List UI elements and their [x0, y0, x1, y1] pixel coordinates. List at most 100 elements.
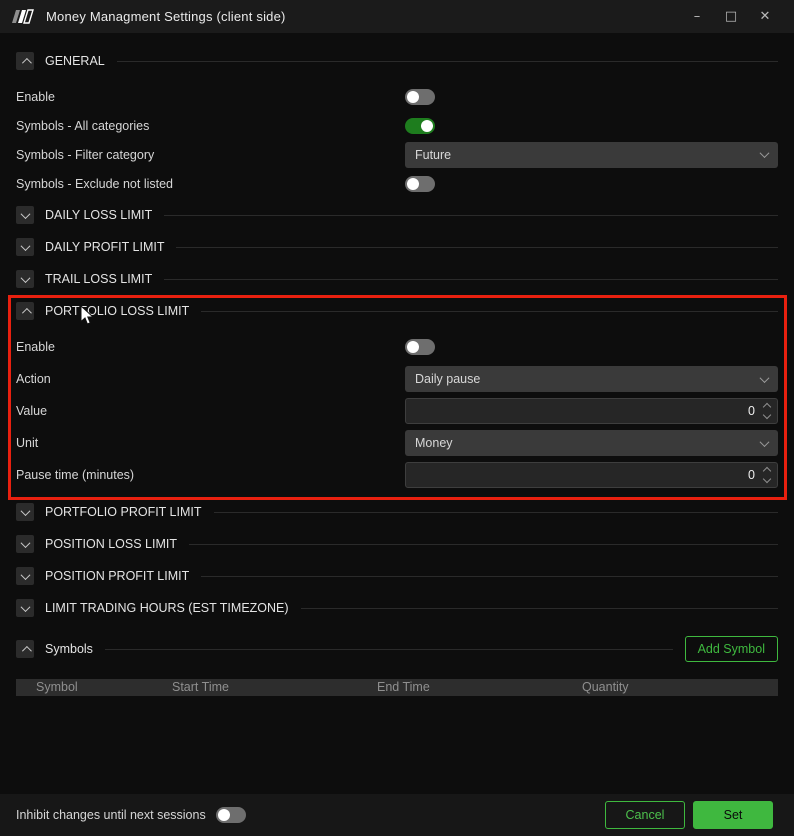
inhibit-changes-label: Inhibit changes until next sessions: [16, 808, 206, 822]
row-all-categories: Symbols - All categories: [16, 111, 778, 140]
app-logo-icon: [12, 9, 36, 25]
section-header-portfolio-profit-limit: PORTFOLIO PROFIT LIMIT: [16, 503, 778, 521]
section-header-general: GENERAL: [16, 52, 778, 70]
collapse-toggle-daily-profit[interactable]: [16, 238, 34, 256]
collapse-toggle-trading-hours[interactable]: [16, 599, 34, 617]
set-button[interactable]: Set: [693, 801, 773, 829]
collapse-toggle-portfolio-profit[interactable]: [16, 503, 34, 521]
chevron-down-icon: [760, 437, 770, 447]
pause-time-label: Pause time (minutes): [16, 468, 134, 482]
close-button[interactable]: ✕: [748, 4, 782, 30]
section-header-portfolio-loss-limit: PORTFOLIO LOSS LIMIT: [16, 302, 778, 320]
window-title: Money Managment Settings (client side): [46, 9, 286, 24]
chevron-down-icon: [20, 602, 30, 612]
column-header-start-time: Start Time: [172, 680, 229, 694]
section-divider: [201, 311, 778, 312]
row-exclude-not-listed: Symbols - Exclude not listed: [16, 169, 778, 198]
section-header-position-profit-limit: POSITION PROFIT LIMIT: [16, 567, 778, 585]
action-select[interactable]: Daily pause: [405, 366, 778, 392]
unit-select[interactable]: Money: [405, 430, 778, 456]
row-value: Value 0: [16, 395, 778, 427]
collapse-toggle-position-loss[interactable]: [16, 535, 34, 553]
all-categories-toggle[interactable]: [405, 118, 435, 134]
section-header-daily-loss-limit: DAILY LOSS LIMIT: [16, 206, 778, 224]
add-symbol-button[interactable]: Add Symbol: [685, 636, 778, 662]
value-label: Value: [16, 404, 47, 418]
spinner-icon[interactable]: [764, 404, 770, 418]
section-divider: [301, 608, 778, 609]
chevron-up-icon: [21, 57, 31, 67]
enable-label: Enable: [16, 340, 55, 354]
footer-buttons: Cancel Set: [605, 801, 778, 829]
pause-time-input[interactable]: 0: [405, 462, 778, 488]
section-title: POSITION PROFIT LIMIT: [45, 569, 189, 583]
collapse-toggle-daily-loss[interactable]: [16, 206, 34, 224]
row-action: Action Daily pause: [16, 363, 778, 395]
portfolio-loss-rows: Enable Action Daily pause Value 0 Unit: [16, 331, 778, 491]
general-rows: Enable Symbols - All categories Symbols …: [16, 82, 778, 198]
portfolio-enable-toggle[interactable]: [405, 339, 435, 355]
section-title: LIMIT TRADING HOURS (EST TIMEZONE): [45, 601, 289, 615]
chevron-down-icon: [760, 373, 770, 383]
section-title: DAILY PROFIT LIMIT: [45, 240, 164, 254]
collapse-toggle-general[interactable]: [16, 52, 34, 70]
unit-label: Unit: [16, 436, 38, 450]
maximize-button[interactable]: □: [714, 4, 748, 30]
action-label: Action: [16, 372, 51, 386]
section-title: Symbols: [45, 642, 93, 656]
chevron-down-icon: [20, 241, 30, 251]
section-header-trail-loss-limit: TRAIL LOSS LIMIT: [16, 270, 778, 288]
row-pause-time: Pause time (minutes) 0: [16, 459, 778, 491]
section-title: GENERAL: [45, 54, 105, 68]
section-header-position-loss-limit: POSITION LOSS LIMIT: [16, 535, 778, 553]
symbols-table-header: Symbol Start Time End Time Quantity: [16, 679, 778, 696]
exclude-not-listed-toggle[interactable]: [405, 176, 435, 192]
minimize-button[interactable]: –: [680, 4, 714, 30]
collapse-toggle-portfolio-loss[interactable]: [16, 302, 34, 320]
row-portfolio-enable: Enable: [16, 331, 778, 363]
section-title: TRAIL LOSS LIMIT: [45, 272, 152, 286]
section-divider: [189, 544, 778, 545]
dropdown-value: Daily pause: [415, 372, 480, 386]
dropdown-value: Money: [415, 436, 453, 450]
number-value: 0: [748, 468, 755, 482]
title-bar: Money Managment Settings (client side) –…: [0, 0, 794, 33]
filter-category-label: Symbols - Filter category: [16, 148, 154, 162]
enable-toggle[interactable]: [405, 89, 435, 105]
section-header-symbols: Symbols Add Symbol: [16, 636, 778, 662]
cancel-button[interactable]: Cancel: [605, 801, 685, 829]
section-divider: [214, 512, 778, 513]
section-title: PORTFOLIO LOSS LIMIT: [45, 304, 189, 318]
exclude-not-listed-label: Symbols - Exclude not listed: [16, 177, 173, 191]
section-title: POSITION LOSS LIMIT: [45, 537, 177, 551]
collapse-toggle-symbols[interactable]: [16, 640, 34, 658]
section-title: DAILY LOSS LIMIT: [45, 208, 152, 222]
chevron-down-icon: [20, 538, 30, 548]
section-header-daily-profit-limit: DAILY PROFIT LIMIT: [16, 238, 778, 256]
row-filter-category: Symbols - Filter category Future: [16, 140, 778, 169]
column-header-end-time: End Time: [377, 680, 430, 694]
window-controls: – □ ✕: [680, 4, 782, 30]
spinner-icon[interactable]: [764, 468, 770, 482]
section-divider: [164, 215, 778, 216]
value-input[interactable]: 0: [405, 398, 778, 424]
collapse-toggle-trail-loss[interactable]: [16, 270, 34, 288]
row-unit: Unit Money: [16, 427, 778, 459]
row-enable: Enable: [16, 82, 778, 111]
section-divider: [117, 61, 778, 62]
collapse-toggle-position-profit[interactable]: [16, 567, 34, 585]
column-header-quantity: Quantity: [582, 680, 629, 694]
dropdown-value: Future: [415, 148, 451, 162]
chevron-up-icon: [21, 307, 31, 317]
all-categories-label: Symbols - All categories: [16, 119, 149, 133]
chevron-down-icon: [20, 273, 30, 283]
chevron-down-icon: [760, 148, 770, 158]
number-value: 0: [748, 404, 755, 418]
inhibit-changes-toggle[interactable]: [216, 807, 246, 823]
settings-content: GENERAL Enable Symbols - All categories …: [0, 52, 794, 696]
filter-category-select[interactable]: Future: [405, 142, 778, 168]
chevron-down-icon: [20, 570, 30, 580]
chevron-down-icon: [20, 506, 30, 516]
chevron-down-icon: [20, 209, 30, 219]
footer-bar: Inhibit changes until next sessions Canc…: [0, 794, 794, 836]
